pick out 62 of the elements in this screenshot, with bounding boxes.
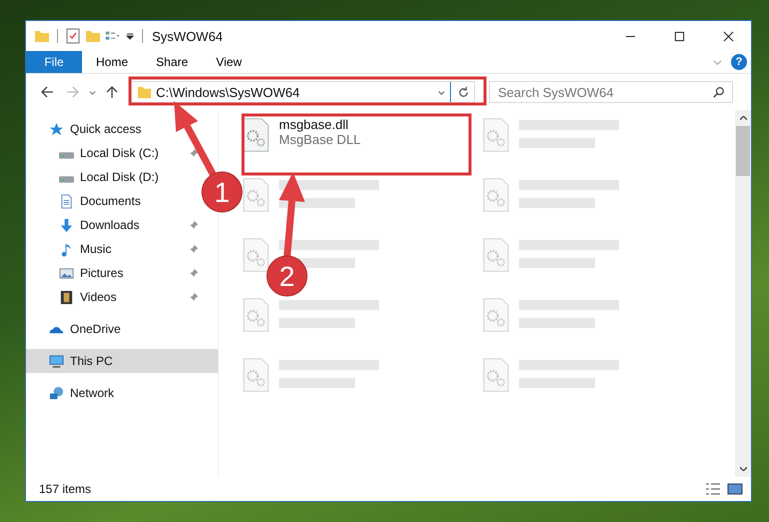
file-type: MsgBase DLL: [279, 132, 361, 147]
search-field[interactable]: Search SysWOW64: [489, 81, 733, 103]
ribbon-tab[interactable]: File: [26, 51, 82, 73]
ribbon-tab[interactable]: View: [202, 51, 256, 73]
help-button[interactable]: ?: [731, 54, 747, 70]
network-icon: [49, 386, 64, 400]
folder-icon: [137, 84, 152, 100]
sidebar-item[interactable]: Videos: [26, 285, 207, 309]
sidebar-item[interactable]: Network: [26, 381, 218, 405]
back-arrow-icon[interactable]: [40, 85, 54, 99]
item-count: 157 items: [39, 482, 92, 496]
scroll-up-icon[interactable]: [740, 116, 746, 120]
search-icon: [713, 86, 725, 98]
large-icons-view-icon[interactable]: [727, 482, 743, 496]
pin-icon[interactable]: [188, 292, 199, 302]
address-path: C:\Windows\SysWOW64: [156, 84, 301, 100]
gear-file-icon: [483, 357, 509, 393]
ribbon-tab[interactable]: Home: [82, 51, 142, 73]
address-bar[interactable]: C:\Windows\SysWOW64: [130, 81, 475, 103]
sidebar-item[interactable]: Pictures: [26, 261, 207, 285]
document-icon: [59, 194, 74, 208]
step-number-badge: 1: [202, 172, 242, 212]
scroll-thumb[interactable]: [736, 126, 750, 176]
sidebar-item[interactable]: This PC: [26, 349, 218, 373]
gear-file-icon: [483, 177, 509, 213]
sidebar-item[interactable]: Local Disk (C:): [26, 141, 207, 165]
gear-file-icon: [243, 237, 269, 273]
gear-file-icon: [483, 237, 509, 273]
picture-icon: [59, 266, 74, 280]
file-name: msgbase.dll: [279, 117, 350, 132]
pin-icon[interactable]: [188, 148, 199, 158]
details-view-icon[interactable]: [705, 482, 721, 496]
scrollbar[interactable]: [735, 110, 751, 477]
pin-icon[interactable]: [188, 220, 199, 230]
star-icon: [49, 122, 64, 136]
maximize-icon[interactable]: [674, 30, 685, 42]
gear-file-icon: [483, 297, 509, 333]
monitor-icon: [49, 354, 64, 368]
checklist-icon[interactable]: [65, 28, 81, 44]
window-title: SysWOW64: [152, 28, 223, 44]
gear-file-icon: [243, 177, 269, 213]
pin-icon[interactable]: [188, 244, 199, 254]
download-arrow-icon: [59, 218, 74, 232]
drive-icon: [59, 152, 74, 159]
dropdown-icon[interactable]: [125, 31, 135, 41]
pin-icon[interactable]: [188, 268, 199, 278]
ribbon-tab[interactable]: Share: [142, 51, 202, 73]
gear-file-icon: [243, 357, 269, 393]
film-icon: [59, 290, 74, 304]
sidebar-item[interactable]: Quick access: [26, 117, 218, 141]
sidebar-item[interactable]: Music: [26, 237, 207, 261]
sidebar-item[interactable]: OneDrive: [26, 317, 218, 341]
drive-icon: [59, 176, 74, 183]
gear-file-icon: [243, 117, 269, 153]
up-arrow-icon[interactable]: [105, 85, 119, 99]
close-icon[interactable]: [723, 30, 734, 42]
gear-file-icon: [483, 117, 509, 153]
scroll-down-icon[interactable]: [740, 467, 746, 471]
gear-file-icon: [243, 297, 269, 333]
step-number-badge: 2: [266, 256, 308, 296]
refresh-icon[interactable]: [457, 86, 470, 98]
sidebar-item[interactable]: Downloads: [26, 213, 207, 237]
